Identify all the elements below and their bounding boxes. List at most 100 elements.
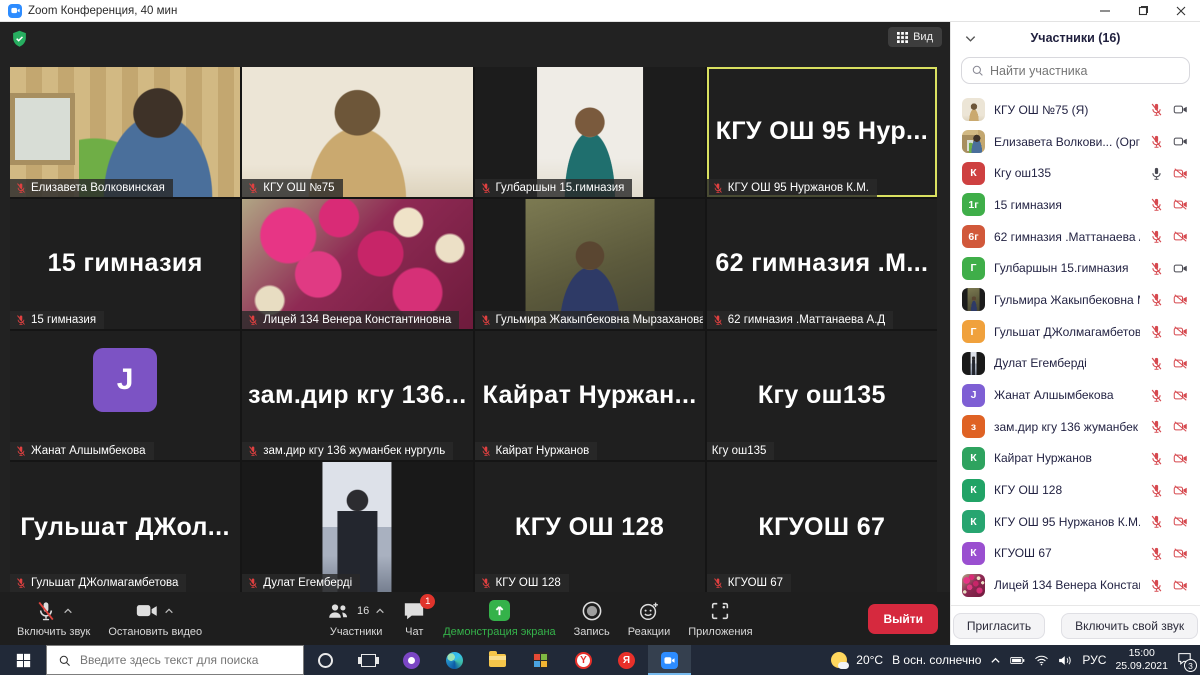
participant-row[interactable]: Гульмира Жакыпбековна Мырзах...	[951, 284, 1200, 316]
weather-text[interactable]: В осн. солнечно	[892, 653, 981, 667]
participant-row[interactable]: ззам.дир кгу 136 жуманбек нургуль	[951, 411, 1200, 443]
view-button[interactable]: Вид	[888, 27, 942, 47]
video-tile[interactable]: Лицей 134 Венера Константиновна	[242, 199, 472, 329]
minimize-icon[interactable]	[1086, 0, 1124, 21]
video-tile[interactable]: КГУ ОШ №75	[242, 67, 472, 197]
participant-row[interactable]: ГГулбаршын 15.гимназия	[951, 252, 1200, 284]
stop-video-button[interactable]: Остановить видео	[99, 600, 211, 638]
mic-muted-icon	[1149, 324, 1164, 339]
cortana-icon[interactable]	[304, 645, 347, 675]
participant-name: КГУ ОШ 128	[994, 483, 1140, 497]
participant-row[interactable]: Елизавета Волкови... (Организатор)	[951, 126, 1200, 158]
participant-row[interactable]: КГУ ОШ №75 (Я)	[951, 94, 1200, 126]
participant-row[interactable]: ГГульшат ДЖолмагамбетова	[951, 316, 1200, 348]
share-screen-button[interactable]: Демонстрация экрана	[434, 600, 564, 638]
mic-muted-icon	[15, 577, 27, 589]
participant-name: 15 гимназия	[994, 198, 1140, 212]
participant-status-icons	[1149, 292, 1188, 307]
participant-row[interactable]: ККГУОШ 67	[951, 538, 1200, 570]
participant-row[interactable]: ККГУ ОШ 128	[951, 474, 1200, 506]
meeting-toolbar: Включить звук Остановить видео 16 Участн…	[0, 592, 950, 645]
video-tile[interactable]: зам.дир кгу 136...зам.дир кгу 136 жуманб…	[242, 331, 472, 461]
tile-name-label: Лицей 134 Венера Константиновна	[242, 311, 459, 329]
video-tile[interactable]: Гульмира Жакыпбековна Мырзаханова	[475, 199, 705, 329]
invite-button[interactable]: Пригласить	[953, 613, 1045, 639]
maximize-icon[interactable]	[1124, 0, 1162, 21]
battery-icon[interactable]	[1010, 654, 1025, 667]
participant-row[interactable]: ККайрат Нуржанов	[951, 443, 1200, 475]
video-tile[interactable]: КГУ ОШ 95 Нур...КГУ ОШ 95 Нуржанов К.М.	[707, 67, 937, 197]
leave-button[interactable]: Выйти	[868, 604, 938, 634]
language-indicator[interactable]: РУС	[1082, 653, 1106, 667]
unmute-button[interactable]: Включить звук	[8, 600, 99, 638]
video-tile[interactable]: 15 гимназия15 гимназия	[10, 199, 240, 329]
video-tile[interactable]: 62 гимназия .М...62 гимназия .Маттанаева…	[707, 199, 937, 329]
chat-label: Чат	[405, 626, 423, 638]
unmute-self-button[interactable]: Включить свой звук	[1061, 613, 1198, 639]
video-tile[interactable]: JЖанат Алшымбекова	[10, 331, 240, 461]
participant-row[interactable]: Лицей 134 Венера Константинов...	[951, 569, 1200, 601]
record-button[interactable]: Запись	[565, 600, 619, 638]
apps-button[interactable]: Приложения	[679, 600, 761, 638]
edge-icon[interactable]	[433, 645, 476, 675]
tile-display-name: Гульшат ДЖол...	[10, 462, 240, 592]
video-tile[interactable]: Кайрат Нуржан...Кайрат Нуржанов	[475, 331, 705, 461]
taskbar-search-input[interactable]	[80, 653, 292, 667]
action-center-icon[interactable]: 3	[1177, 652, 1192, 668]
hidden-icons-chevron[interactable]	[990, 655, 1001, 666]
start-button[interactable]	[0, 645, 46, 675]
video-tile[interactable]: КГУОШ 67КГУОШ 67	[707, 462, 937, 592]
zoom-icon[interactable]	[648, 645, 691, 675]
alisa-icon[interactable]	[390, 645, 433, 675]
participant-status-icons	[1149, 578, 1188, 593]
tile-display-name: 62 гимназия .М...	[707, 199, 937, 329]
participant-status-icons	[1149, 356, 1188, 371]
wifi-icon[interactable]	[1034, 654, 1049, 667]
participant-row[interactable]: 6г62 гимназия .Маттанаева А.Д	[951, 221, 1200, 253]
yandex-icon-glyph: Я	[618, 652, 635, 669]
weather-icon[interactable]	[831, 652, 847, 668]
chevron-down-icon[interactable]	[964, 32, 977, 45]
window-title: Zoom Конференция, 40 мин	[28, 5, 177, 17]
windows-taskbar: YЯ 20°C В осн. солнечно РУС 15:00 25.09.…	[0, 645, 1200, 675]
video-tile[interactable]: Елизавета Волковинская	[10, 67, 240, 197]
camera-off-icon	[1173, 324, 1188, 339]
participant-search[interactable]	[961, 57, 1190, 84]
stop-video-label: Остановить видео	[108, 626, 202, 638]
video-tile[interactable]: Гулбаршын 15.гимназия	[475, 67, 705, 197]
participant-search-input[interactable]	[990, 64, 1180, 78]
search-icon	[58, 654, 71, 667]
participant-row[interactable]: JЖанат Алшымбекова	[951, 379, 1200, 411]
participant-name: зам.дир кгу 136 жуманбек нургуль	[994, 420, 1140, 434]
video-tile[interactable]: КГУ ОШ 128КГУ ОШ 128	[475, 462, 705, 592]
taskbar-search[interactable]	[46, 645, 304, 675]
participant-status-icons	[1149, 451, 1188, 466]
participant-row[interactable]: Дулат Егемберді	[951, 348, 1200, 380]
taskbar-clock[interactable]: 15:00 25.09.2021	[1115, 647, 1168, 673]
file-explorer-icon[interactable]	[476, 645, 519, 675]
yandex-icon[interactable]: Я	[605, 645, 648, 675]
weather-temp[interactable]: 20°C	[856, 653, 883, 667]
video-tile[interactable]: Кгу ош135Кгу ош135	[707, 331, 937, 461]
screen: Zoom Конференция, 40 мин Вид Елизавета В…	[0, 0, 1200, 675]
video-tile[interactable]: Гульшат ДЖол...Гульшат ДЖолмагамбетова	[10, 462, 240, 592]
tile-name-label: КГУ ОШ №75	[242, 179, 342, 197]
participant-row[interactable]: ККгу ош135	[951, 157, 1200, 189]
close-icon[interactable]	[1162, 0, 1200, 21]
chat-button[interactable]: 1 Чат	[394, 600, 434, 638]
participant-status-icons	[1149, 197, 1188, 212]
security-shield-icon[interactable]	[11, 30, 28, 49]
mic-muted-icon	[1149, 292, 1164, 307]
yandex-browser-icon[interactable]: Y	[562, 645, 605, 675]
store-icon[interactable]	[519, 645, 562, 675]
participant-row[interactable]: ККГУ ОШ 95 Нуржанов К.М.	[951, 506, 1200, 538]
video-tile[interactable]: Дулат Егемберді	[242, 462, 472, 592]
reactions-button[interactable]: Реакции	[619, 600, 680, 638]
participant-status-icons	[1149, 388, 1188, 403]
speaker-icon[interactable]	[1058, 654, 1073, 667]
avatar-photo	[962, 98, 985, 121]
participants-button[interactable]: 16 Участники	[318, 600, 394, 638]
participant-row[interactable]: 1г15 гимназия	[951, 189, 1200, 221]
notification-badge: 3	[1184, 659, 1197, 672]
task-view-icon[interactable]	[347, 645, 390, 675]
